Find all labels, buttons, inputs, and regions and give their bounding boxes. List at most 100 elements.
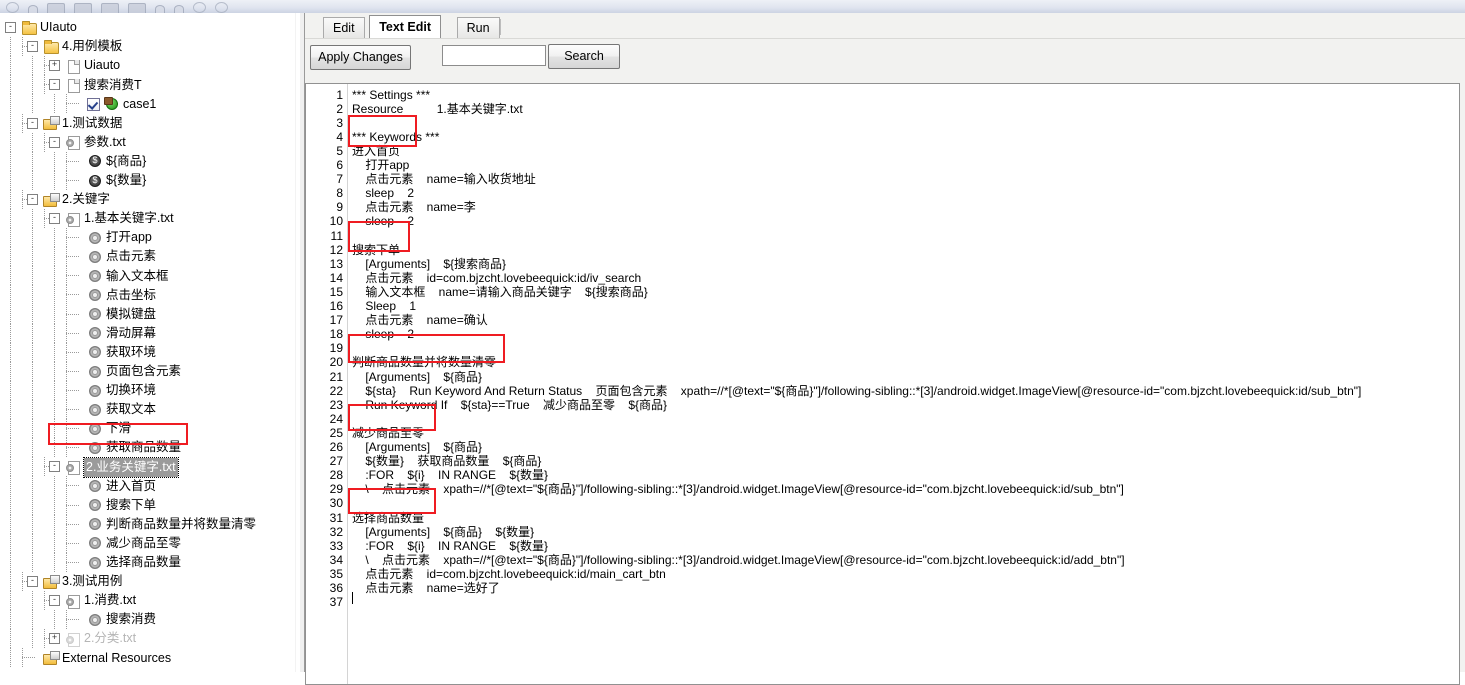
search-input[interactable] xyxy=(443,46,545,65)
tree-guide-line xyxy=(54,610,55,630)
tree-item-checkbox[interactable] xyxy=(87,97,100,111)
doc-gear-icon xyxy=(65,212,81,227)
tree-collapse-icon[interactable]: - xyxy=(49,213,60,224)
tree-item[interactable]: 打开app xyxy=(0,228,300,248)
tree-guide-line xyxy=(10,266,11,286)
tree-guide-line xyxy=(54,380,55,400)
tab-edit[interactable]: Edit xyxy=(323,17,365,39)
tree-item-content: 2.关键字 xyxy=(43,190,110,209)
tree-item[interactable]: - UIauto xyxy=(0,18,300,37)
tree-item[interactable]: 点击坐标 xyxy=(0,285,300,305)
search-button[interactable]: Search xyxy=(548,44,620,69)
back-icon[interactable] xyxy=(6,2,19,13)
tree-collapse-icon[interactable]: - xyxy=(27,41,38,53)
tree-item[interactable]: ${数量} xyxy=(0,170,300,190)
tree-item[interactable]: - 1.基本关键字.txt xyxy=(0,209,300,228)
tree-guide-line xyxy=(32,209,33,228)
tree-collapse-icon[interactable]: - xyxy=(27,575,38,587)
tree-guide-line xyxy=(54,514,55,534)
tree-item[interactable]: - 1.测试数据 xyxy=(0,113,300,133)
line-number: 33 xyxy=(329,538,343,553)
tree-guide-line xyxy=(32,342,33,362)
tree-item[interactable]: 点击元素 xyxy=(0,247,300,267)
tree-item[interactable]: 下滑 xyxy=(0,419,300,439)
tree-guide-line xyxy=(66,256,80,258)
tree-item-label: 选择商品数量 xyxy=(106,555,182,569)
tree-collapse-icon[interactable]: - xyxy=(27,193,38,205)
tree-item[interactable]: + Uiauto xyxy=(0,56,300,76)
tree-item[interactable]: 减少商品至零 xyxy=(0,533,300,553)
project-tree-panel[interactable]: - UIauto -4.用例模板 + Uiauto - 搜索消费T case1-1.测试数据 -… xyxy=(0,13,300,672)
tree-item[interactable]: 页面包含元素 xyxy=(0,361,300,381)
tree-collapse-icon[interactable]: - xyxy=(49,461,60,473)
tree-expand-icon[interactable]: + xyxy=(49,60,60,72)
tree-item[interactable]: 滑动屏幕 xyxy=(0,323,300,343)
search-input-wrapper[interactable] xyxy=(442,45,546,66)
tree-item[interactable]: 搜索消费 xyxy=(0,610,300,630)
tree-guide-line xyxy=(54,151,55,171)
code-text-area[interactable]: *** Settings *** Resource 1.基本关键字.txt *** … xyxy=(348,84,1459,684)
tree-item[interactable]: 切换环境 xyxy=(0,380,300,400)
tree-item[interactable]: 搜索下单 xyxy=(0,495,300,515)
tree-item[interactable]: - 2.关键字 xyxy=(0,189,300,209)
line-number: 3 xyxy=(336,115,343,130)
tree-item[interactable]: 输入文本框 xyxy=(0,266,300,286)
tab-text-edit[interactable]: Text Edit xyxy=(369,15,442,40)
tree-item[interactable]: ${商品} xyxy=(0,151,300,171)
tree-collapse-icon[interactable]: - xyxy=(5,22,16,33)
tree-item[interactable]: 判断商品数量并将数量清零 xyxy=(0,514,300,534)
tree-guide-line xyxy=(32,591,33,610)
tree-item[interactable]: - 4.用例模板 xyxy=(0,37,300,57)
tree-guide-line xyxy=(32,380,33,400)
tree-collapse-icon[interactable]: - xyxy=(27,117,38,129)
code-line: ${sta} Run Keyword And Return Status 页面包… xyxy=(352,383,1362,398)
code-line: 点击元素 id=com.bjzcht.lovebeequick:id/iv_se… xyxy=(352,270,642,285)
tree-item[interactable]: +2.分类.txt xyxy=(0,629,300,649)
apply-changes-button[interactable]: Apply Changes xyxy=(310,45,411,70)
tree-guide-line xyxy=(66,160,80,162)
tree-collapse-icon[interactable]: - xyxy=(49,136,60,148)
editor-tabs[interactable]: Edit Text Edit Run xyxy=(310,13,1465,40)
save-all-icon[interactable] xyxy=(101,3,119,13)
tree-item-label: case1 xyxy=(123,96,157,111)
tree-item[interactable]: 获取文本 xyxy=(0,400,300,419)
open-icon[interactable] xyxy=(47,3,65,13)
code-line: *** Settings *** xyxy=(352,87,431,102)
line-number-gutter: 1 2 3 4 5 6 7 8 9 10 11 12 13 14 15 16 17 18 19 20 21 22 23 24 2… xyxy=(306,84,348,684)
tree-item[interactable]: case1 xyxy=(0,94,300,114)
tree-collapse-icon[interactable]: - xyxy=(49,595,60,606)
run-icon[interactable] xyxy=(193,2,206,13)
line-number: 22 xyxy=(329,383,343,398)
copy-icon[interactable] xyxy=(128,3,146,13)
tree-item-label: 3.测试用例 xyxy=(62,574,123,589)
text-editor[interactable]: 1 2 3 4 5 6 7 8 9 10 11 12 13 14 15 16 17 18 19 20 21 22 23 24 2… xyxy=(305,83,1460,685)
tree-item[interactable]: - 搜索消费T xyxy=(0,75,300,95)
forward-icon[interactable] xyxy=(28,5,38,13)
tree-item[interactable]: - 1.消费.txt xyxy=(0,591,300,610)
tree-item[interactable]: - 2.业务关键字.txt xyxy=(0,456,300,478)
tree-collapse-icon[interactable]: - xyxy=(49,79,60,91)
tab-run[interactable]: Run xyxy=(456,17,500,39)
line-number: 2 xyxy=(336,101,343,116)
tree-guide-line xyxy=(66,447,80,449)
line-number: 10 xyxy=(329,214,343,229)
tree-item[interactable]: - 参数.txt xyxy=(0,132,300,152)
tree-item-label: External Resources xyxy=(62,650,172,665)
save-icon[interactable] xyxy=(74,3,92,13)
undo-icon[interactable] xyxy=(174,5,184,13)
tree-expand-icon[interactable]: + xyxy=(49,633,60,645)
tree-item[interactable]: 进入首页 xyxy=(0,476,300,496)
line-number: 12 xyxy=(329,242,343,257)
tree-item[interactable]: 模拟键盘 xyxy=(0,304,300,324)
tree-item[interactable]: - 3.测试用例 xyxy=(0,571,300,591)
tree-item[interactable]: External Resources xyxy=(0,648,300,668)
tree-item[interactable]: 获取商品数量 xyxy=(0,438,300,458)
stop-icon[interactable] xyxy=(215,2,228,13)
paste-icon[interactable] xyxy=(155,5,165,13)
line-number: 18 xyxy=(329,327,343,342)
tree-item-content: 3.测试用例 xyxy=(43,572,122,591)
line-number: 16 xyxy=(329,299,343,313)
tree-item[interactable]: 获取环境 xyxy=(0,342,300,362)
tree-item[interactable]: 选择商品数量 xyxy=(0,552,300,572)
tree-guide-line xyxy=(10,113,11,133)
